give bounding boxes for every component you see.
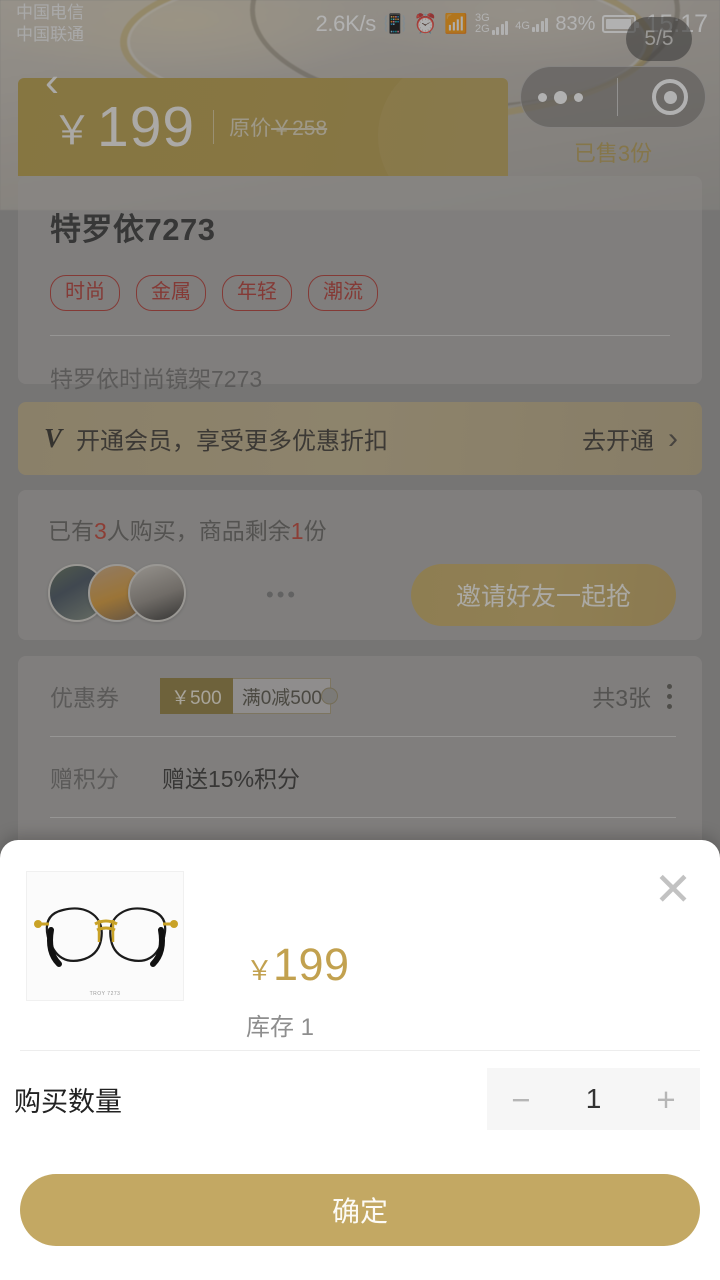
vibrate-icon: 📳 [383, 14, 407, 35]
quantity-stepper[interactable]: − 1 + [487, 1068, 700, 1130]
product-tag: 潮流 [308, 275, 378, 311]
more-vertical-icon[interactable] [667, 683, 676, 709]
stock-label: 库存 1 [246, 1014, 315, 1041]
card-divider [50, 335, 670, 336]
remaining-count: 1 [290, 518, 304, 544]
page-title: 特罗依7273 [50, 212, 216, 247]
points-value: 赠送15%积分 [162, 766, 301, 792]
wifi-icon: 📶 [444, 14, 469, 35]
thumbnail-caption: TROY 7273 [89, 991, 121, 997]
points-label: 赠积分 [50, 766, 119, 792]
product-tag: 时尚 [50, 275, 120, 311]
points-row: 赠积分 赠送15%积分 [50, 737, 676, 817]
group-buy-row: ••• 邀请好友一起抢 [48, 564, 676, 626]
confirm-button[interactable]: 确定 [20, 1174, 700, 1246]
status-bar: 中国电信 中国联通 2.6K/s 📳 ⏰ 📶 3G 2G 4G 83% 15:1… [0, 0, 720, 48]
price-banner: ￥ 199 原价￥258 [18, 78, 508, 176]
capsule-divider [617, 78, 618, 116]
price-currency: ￥ [52, 109, 92, 153]
decrease-quantity-button[interactable]: − [487, 1068, 555, 1130]
group-suffix: 份 [303, 518, 327, 544]
quantity-row: 购买数量 − 1 + [0, 1051, 720, 1147]
image-counter-badge: 5/5 [626, 17, 692, 61]
miniprogram-capsule [520, 66, 706, 128]
coupon-row[interactable]: 优惠券 ￥500 满0减500 共3张 [50, 656, 676, 736]
carrier-1-label: 中国电信 [16, 3, 84, 23]
sim1-network-tag: 3G 2G [475, 12, 490, 35]
target-icon[interactable] [652, 79, 688, 115]
membership-right[interactable]: 去开通 › [582, 421, 678, 456]
original-price-value: 258 [292, 117, 328, 140]
original-price-label: 原价 [229, 117, 272, 140]
product-tag: 金属 [136, 275, 206, 311]
product-tags: 时尚 金属 年轻 潮流 [50, 275, 670, 311]
sheet-price-value: 199 [273, 939, 350, 990]
membership-cta-label: 去开通 [582, 428, 654, 455]
product-tag: 年轻 [222, 275, 292, 311]
coupon-rule: 满0减500 [232, 678, 331, 714]
coupon-right[interactable]: 共3张 [592, 679, 676, 713]
chevron-right-icon: › [668, 421, 678, 455]
sim1-signal-icon: 3G 2G [475, 12, 509, 35]
more-dots-icon[interactable] [538, 90, 583, 104]
invite-friends-button[interactable]: 邀请好友一起抢 [411, 564, 676, 626]
sim2-network-tag: 4G [515, 20, 530, 32]
carrier-labels: 中国电信 中国联通 [0, 2, 150, 46]
avatar [128, 564, 186, 622]
coupon-value: ￥500 [160, 678, 233, 714]
back-button[interactable]: ‹ [30, 58, 74, 106]
close-icon[interactable]: ✕ [642, 858, 704, 920]
network-speed-label: 2.6K/s [315, 11, 377, 36]
alarm-icon: ⏰ [413, 14, 438, 35]
original-price: 原价￥258 [229, 112, 327, 142]
promotions-card: 优惠券 ￥500 满0减500 共3张 赠积分 赠送15%积分 [18, 656, 702, 856]
increase-quantity-button[interactable]: + [632, 1068, 700, 1130]
banner-decoration [378, 78, 508, 176]
quantity-value: 1 [585, 1083, 602, 1114]
price-divider [213, 110, 215, 144]
vip-v-icon: V [44, 423, 63, 453]
group-middle: 人购买，商品剩余 [106, 518, 291, 544]
app-screen: 中国电信 中国联通 2.6K/s 📳 ⏰ 📶 3G 2G 4G 83% 15:1… [0, 0, 720, 1280]
more-buyers-dots: ••• [266, 582, 299, 607]
quantity-label: 购买数量 [14, 1086, 122, 1117]
product-thumbnail[interactable]: TROY 7273 [26, 871, 184, 1001]
group-prefix: 已有 [48, 518, 94, 544]
glasses-illustration [34, 907, 178, 967]
group-buy-status: 已有3人购买，商品剩余1份 [48, 512, 676, 546]
sim2-signal-icon: 4G [515, 16, 549, 32]
coupon-ticket: ￥500 满0减500 [160, 678, 331, 714]
membership-banner[interactable]: V 开通会员，享受更多优惠折扣 去开通 › [18, 402, 702, 475]
sheet-product-info: ￥ 199 库存 1 [184, 871, 350, 1050]
sheet-price-currency: ￥ [246, 956, 273, 986]
group-buy-card: 已有3人购买，商品剩余1份 ••• 邀请好友一起抢 [18, 490, 702, 640]
membership-text: 开通会员，享受更多优惠折扣 [76, 428, 389, 455]
original-price-currency: ￥ [271, 117, 293, 140]
promo-divider [50, 817, 676, 818]
sold-count-label: 已售3份 [573, 141, 653, 166]
battery-percent-label: 83% [555, 12, 596, 35]
price-value: 199 [97, 94, 196, 159]
coupon-count: 共3张 [592, 685, 651, 711]
sheet-header: TROY 7273 ￥ 199 库存 1 [0, 840, 720, 1050]
sheet-price: ￥ 199 [246, 942, 350, 987]
product-info-card: 特罗依7273 时尚 金属 年轻 潮流 特罗依时尚镜架7273 [18, 176, 702, 392]
product-description: 特罗依时尚镜架7273 [50, 366, 263, 392]
membership-left: V 开通会员，享受更多优惠折扣 [44, 421, 388, 456]
coupon-label: 优惠券 [50, 685, 119, 711]
purchase-bottom-sheet: ✕ TROY 7273 ￥ 199 库存 1 购买数量 − 1 + 确定 [0, 840, 720, 1280]
carrier-2-label: 中国联通 [16, 25, 84, 44]
buyers-count: 3 [94, 518, 107, 544]
buyer-avatars [48, 564, 198, 626]
